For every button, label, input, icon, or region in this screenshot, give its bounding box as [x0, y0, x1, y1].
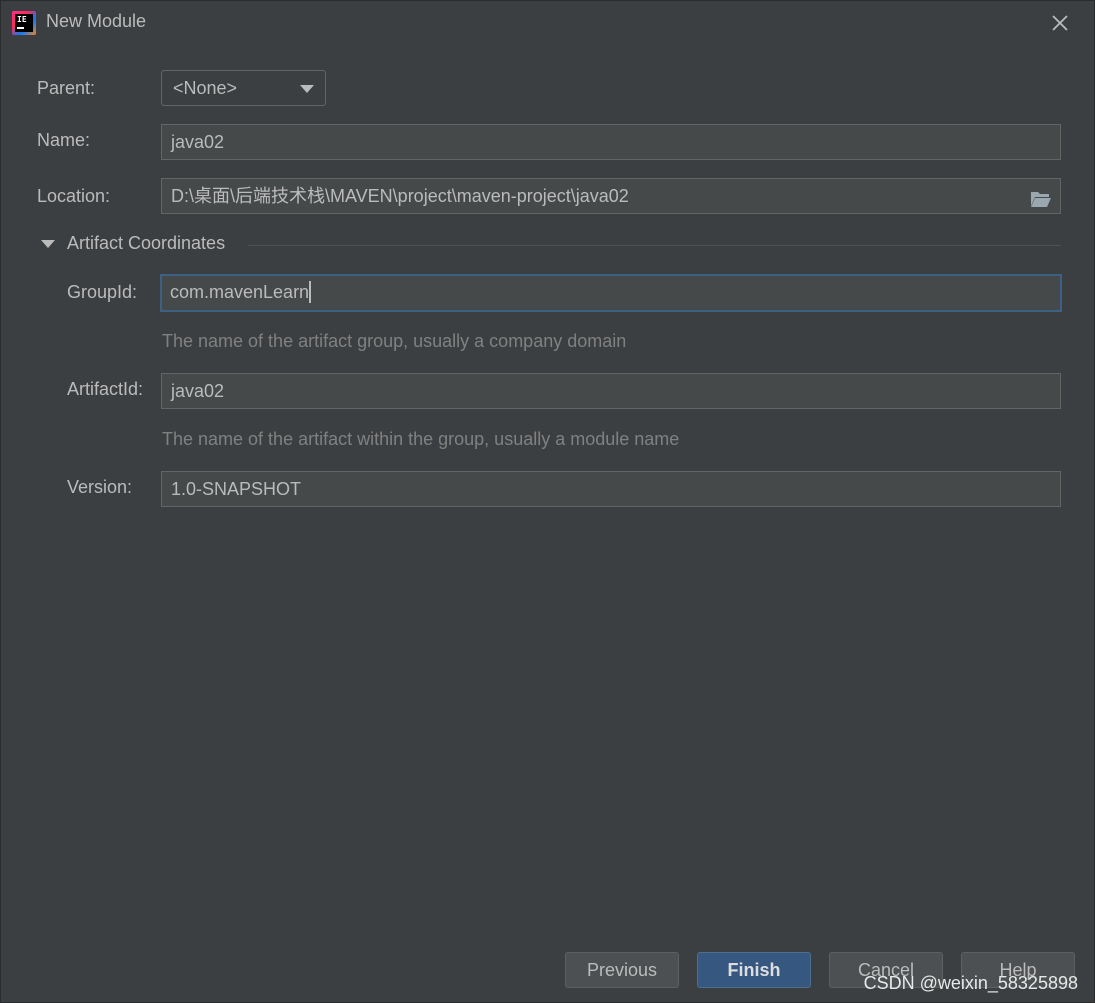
- new-module-dialog: IE New Module Parent: <None> Name: java0…: [0, 0, 1095, 1003]
- groupid-hint: The name of the artifact group, usually …: [162, 331, 627, 351]
- name-input[interactable]: java02: [161, 124, 1061, 160]
- chevron-down-icon: [300, 85, 314, 93]
- name-input-value: java02: [171, 132, 225, 152]
- finish-button[interactable]: Finish: [697, 952, 811, 988]
- parent-label: Parent:: [37, 78, 96, 98]
- artifactid-input[interactable]: java02: [161, 373, 1061, 409]
- app-icon-text: IE: [17, 15, 27, 24]
- version-label: Version:: [67, 477, 133, 497]
- browse-folder-button[interactable]: [1030, 186, 1052, 207]
- artifact-coordinates-title[interactable]: Artifact Coordinates: [67, 233, 225, 254]
- groupid-label: GroupId:: [67, 282, 138, 302]
- close-icon: [1052, 15, 1068, 31]
- artifactid-input-value: java02: [171, 381, 225, 401]
- csdn-watermark: CSDN @weixin_58325898: [863, 973, 1078, 993]
- close-button[interactable]: [1048, 11, 1072, 35]
- folder-open-icon: [1031, 192, 1051, 207]
- name-label: Name:: [37, 130, 91, 150]
- location-input[interactable]: D:\桌面\后端技术栈\MAVEN\project\maven-project\…: [161, 178, 1061, 214]
- title-bar: IE New Module: [1, 1, 1094, 45]
- triangle-down-icon[interactable]: [41, 240, 55, 248]
- artifactid-label: ArtifactId:: [67, 379, 144, 399]
- section-divider: [248, 245, 1061, 246]
- dialog-title: New Module: [46, 11, 147, 31]
- groupid-input-value: com.mavenLearn: [170, 282, 310, 302]
- groupid-input[interactable]: com.mavenLearn: [160, 274, 1062, 312]
- parent-dropdown[interactable]: <None>: [161, 70, 326, 106]
- artifactid-hint: The name of the artifact within the grou…: [162, 429, 680, 449]
- version-input[interactable]: 1.0-SNAPSHOT: [161, 471, 1061, 507]
- text-caret: [309, 280, 312, 303]
- artifact-coordinates-section: Artifact Coordinates: [41, 233, 1061, 257]
- previous-button[interactable]: Previous: [565, 952, 679, 988]
- location-label: Location:: [37, 186, 111, 206]
- version-input-value: 1.0-SNAPSHOT: [171, 479, 302, 499]
- parent-selected-value: <None>: [173, 78, 238, 98]
- location-input-value: D:\桌面\后端技术栈\MAVEN\project\maven-project\…: [171, 186, 629, 206]
- intellij-idea-icon: IE: [12, 11, 36, 35]
